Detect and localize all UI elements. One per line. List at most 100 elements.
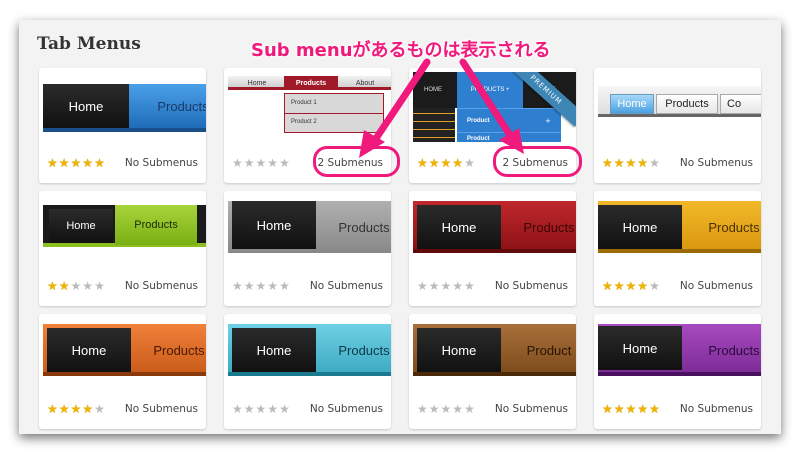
tab-products: Products <box>338 342 390 358</box>
star-filled-icon: ★ <box>602 402 613 416</box>
star-filled-icon: ★ <box>613 156 625 170</box>
star-empty-icon: ★ <box>649 156 660 170</box>
star-empty-icon: ★ <box>243 402 255 416</box>
menu-card[interactable]: Home Products Co ★ ★ ★ ★ ★ No Submenus <box>594 68 761 183</box>
menu-card[interactable]: Home Product ★ ★ ★ ★ ★ No Submenus <box>409 314 576 429</box>
submenu-count: No Submenus <box>124 280 198 292</box>
tab-home: Home <box>47 328 131 372</box>
star-filled-icon: ★ <box>637 156 649 170</box>
menu-thumbnail: Home Products <box>43 72 206 142</box>
star-empty-icon: ★ <box>464 402 475 416</box>
star-empty-icon: ★ <box>440 402 452 416</box>
star-empty-icon: ★ <box>267 156 279 170</box>
star-empty-icon: ★ <box>417 402 428 416</box>
section-title: Tab Menus <box>37 34 141 54</box>
submenu-item: Product 2 <box>291 119 317 125</box>
rating-stars: ★ ★ ★ ★ ★ <box>232 403 290 415</box>
star-filled-icon: ★ <box>70 402 82 416</box>
menu-card[interactable]: Home Products ★ ★ ★ ★ ★ No Submenus <box>39 68 206 183</box>
star-empty-icon: ★ <box>279 402 290 416</box>
star-empty-icon: ★ <box>279 156 290 170</box>
menu-thumbnail: HOME PRODUCTS + ABOUT Product + Product … <box>413 72 576 142</box>
submenu-item: Product <box>467 118 490 124</box>
tab-home: Home <box>49 209 113 243</box>
tab-contact: Co <box>720 94 761 114</box>
submenu-count: No Submenus <box>124 403 198 415</box>
star-empty-icon: ★ <box>94 279 105 293</box>
star-filled-icon: ★ <box>613 402 625 416</box>
tab-products: Products <box>115 205 197 245</box>
star-empty-icon: ★ <box>452 402 464 416</box>
menu-card[interactable]: Home Products ★ ★ ★ ★ ★ No Submenus <box>594 191 761 306</box>
tab-products: Products <box>157 98 206 114</box>
star-filled-icon: ★ <box>602 156 613 170</box>
menu-thumbnail: Home Products Co <box>598 72 761 142</box>
star-empty-icon: ★ <box>428 402 440 416</box>
menu-card[interactable]: Home Products ★ ★ ★ ★ ★ No Submenus <box>39 314 206 429</box>
menu-thumbnail: Home Products About Product 1 Product 2 <box>228 72 391 142</box>
tab-products: Products <box>708 219 760 235</box>
rating-stars: ★ ★ ★ ★ ★ <box>602 157 660 169</box>
tab-home: Home <box>598 205 682 249</box>
menu-card[interactable]: Home Products ★ ★ ★ ★ ★ No Submenus <box>39 191 206 306</box>
tab-about: About <box>355 79 375 87</box>
tab-products: Products <box>153 342 205 358</box>
tab-home: Home <box>610 94 654 114</box>
rating-stars: ★ ★ ★ ★ ★ <box>232 280 290 292</box>
star-filled-icon: ★ <box>440 156 452 170</box>
submenu-count: No Submenus <box>679 280 753 292</box>
rating-stars: ★ ★ ★ ★ ★ <box>232 157 290 169</box>
tab-products: Products <box>656 94 718 114</box>
tab-home: HOME <box>424 87 442 93</box>
star-empty-icon: ★ <box>232 279 243 293</box>
tab-home: Home <box>232 201 316 249</box>
menu-thumbnail: Home Products <box>598 195 761 265</box>
tab-products: PRODUCTS + <box>457 72 523 108</box>
star-empty-icon: ★ <box>279 279 290 293</box>
menu-card[interactable]: Home Products ★ ★ ★ ★ ★ No Submenus <box>224 191 391 306</box>
rating-stars: ★ ★ ★ ★ ★ <box>417 403 475 415</box>
menu-thumbnail: Home Products <box>228 318 391 388</box>
submenu-count: No Submenus <box>679 403 753 415</box>
tab-home: Home <box>417 205 501 249</box>
star-filled-icon: ★ <box>82 156 94 170</box>
star-empty-icon: ★ <box>267 402 279 416</box>
star-filled-icon: ★ <box>70 156 82 170</box>
tab-products: Products <box>284 76 338 90</box>
rating-stars: ★ ★ ★ ★ ★ <box>47 280 105 292</box>
tab-menus-panel: Tab Menus Sub menuがあるものは表示される Home Produ… <box>19 20 781 434</box>
star-empty-icon: ★ <box>243 279 255 293</box>
star-filled-icon: ★ <box>625 156 637 170</box>
rating-stars: ★ ★ ★ ★ ★ <box>602 280 660 292</box>
submenu-item: Product <box>467 136 490 142</box>
tab-home: Home <box>43 84 129 128</box>
menu-grid: Home Products ★ ★ ★ ★ ★ No Submenus Home Prod… <box>39 68 761 429</box>
star-empty-icon: ★ <box>649 279 660 293</box>
star-empty-icon: ★ <box>267 279 279 293</box>
star-empty-icon: ★ <box>70 279 82 293</box>
menu-thumbnail: Home Products <box>413 195 576 265</box>
star-filled-icon: ★ <box>47 279 58 293</box>
menu-thumbnail: Home Products <box>43 318 206 388</box>
star-empty-icon: ★ <box>255 156 267 170</box>
submenu-count: No Submenus <box>494 403 568 415</box>
rating-stars: ★ ★ ★ ★ ★ <box>47 403 105 415</box>
star-filled-icon: ★ <box>47 402 58 416</box>
menu-thumbnail: Home Products <box>43 195 206 265</box>
star-empty-icon: ★ <box>255 402 267 416</box>
star-empty-icon: ★ <box>232 156 243 170</box>
menu-card[interactable]: Home Products ★ ★ ★ ★ ★ No Submenus <box>409 191 576 306</box>
star-filled-icon: ★ <box>452 156 464 170</box>
star-empty-icon: ★ <box>243 156 255 170</box>
star-empty-icon: ★ <box>417 279 428 293</box>
star-filled-icon: ★ <box>47 156 58 170</box>
star-filled-icon: ★ <box>602 279 613 293</box>
submenu-item: Product 1 <box>291 100 317 106</box>
menu-card[interactable]: Home Products ★ ★ ★ ★ ★ No Submenus <box>224 314 391 429</box>
menu-thumbnail: Home Products <box>228 195 391 265</box>
annotation-text: Sub menuがあるものは表示される <box>251 40 551 61</box>
star-empty-icon: ★ <box>94 402 105 416</box>
star-filled-icon: ★ <box>82 402 94 416</box>
menu-card[interactable]: Home Products ★ ★ ★ ★ ★ No Submenus <box>594 314 761 429</box>
star-filled-icon: ★ <box>58 279 70 293</box>
